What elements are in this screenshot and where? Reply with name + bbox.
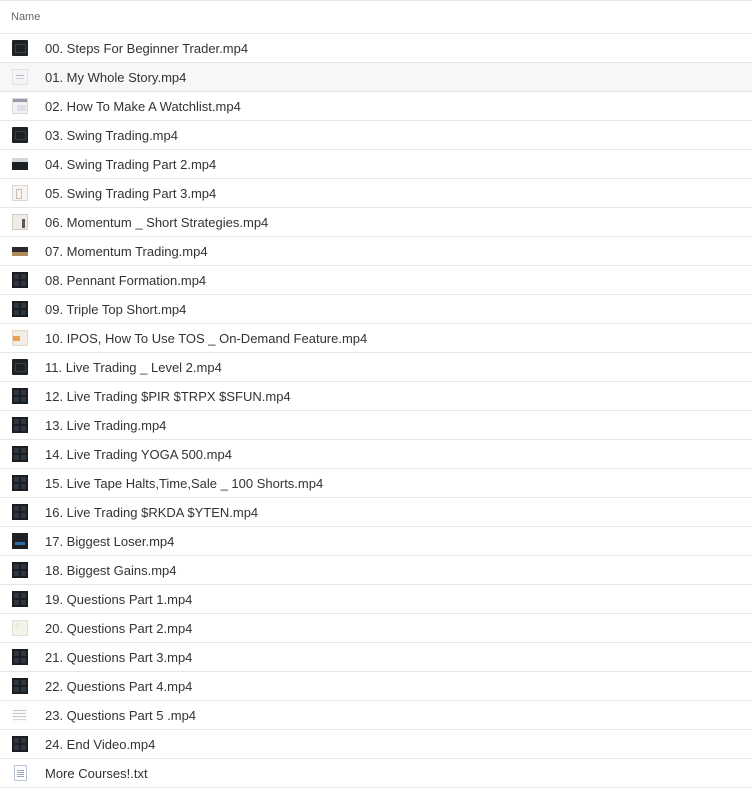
file-row[interactable]: 18. Biggest Gains.mp4: [0, 556, 752, 585]
file-row[interactable]: 02. How To Make A Watchlist.mp4: [0, 92, 752, 121]
file-row[interactable]: 13. Live Trading.mp4: [0, 411, 752, 440]
file-row[interactable]: 01. My Whole Story.mp4: [0, 63, 752, 92]
file-row[interactable]: 03. Swing Trading.mp4: [0, 121, 752, 150]
video-thumbnail-icon: [12, 98, 28, 114]
video-thumbnail-icon: [12, 388, 28, 404]
column-header-label: Name: [11, 11, 41, 23]
file-rows: 00. Steps For Beginner Trader.mp4 01. My …: [0, 34, 752, 788]
file-row[interactable]: 24. End Video.mp4: [0, 730, 752, 759]
video-thumbnail-icon: [12, 736, 28, 752]
file-row[interactable]: 00. Steps For Beginner Trader.mp4: [0, 34, 752, 63]
video-thumbnail-icon: [12, 243, 28, 259]
file-name: 12. Live Trading $PIR $TRPX $SFUN.mp4: [45, 388, 291, 404]
file-name: 22. Questions Part 4.mp4: [45, 678, 193, 694]
file-name: 19. Questions Part 1.mp4: [45, 591, 193, 607]
file-row[interactable]: 20. Questions Part 2.mp4: [0, 614, 752, 643]
file-row[interactable]: 21. Questions Part 3.mp4: [0, 643, 752, 672]
text-file-icon: [14, 765, 27, 781]
video-thumbnail-icon: [12, 649, 28, 665]
file-name: 13. Live Trading.mp4: [45, 417, 167, 433]
video-thumbnail-icon: [12, 214, 28, 230]
video-thumbnail-icon: [12, 185, 28, 201]
video-thumbnail-icon: [12, 359, 28, 375]
video-thumbnail-icon: [12, 446, 28, 462]
file-row[interactable]: 06. Momentum _ Short Strategies.mp4: [0, 208, 752, 237]
file-row[interactable]: 23. Questions Part 5 .mp4: [0, 701, 752, 730]
file-row[interactable]: 11. Live Trading _ Level 2.mp4: [0, 353, 752, 382]
file-name: 02. How To Make A Watchlist.mp4: [45, 98, 241, 114]
file-row[interactable]: 04. Swing Trading Part 2.mp4: [0, 150, 752, 179]
video-thumbnail-icon: [12, 678, 28, 694]
file-name: 07. Momentum Trading.mp4: [45, 243, 208, 259]
file-row[interactable]: 19. Questions Part 1.mp4: [0, 585, 752, 614]
file-name: 09. Triple Top Short.mp4: [45, 301, 187, 317]
video-thumbnail-icon: [12, 533, 28, 549]
file-row[interactable]: More Courses!.txt: [0, 759, 752, 788]
video-thumbnail-icon: [12, 69, 28, 85]
file-name: 00. Steps For Beginner Trader.mp4: [45, 40, 249, 56]
file-row[interactable]: 14. Live Trading YOGA 500.mp4: [0, 440, 752, 469]
file-row[interactable]: 12. Live Trading $PIR $TRPX $SFUN.mp4: [0, 382, 752, 411]
file-row[interactable]: 22. Questions Part 4.mp4: [0, 672, 752, 701]
file-name: 17. Biggest Loser.mp4: [45, 533, 175, 549]
file-row[interactable]: 17. Biggest Loser.mp4: [0, 527, 752, 556]
file-name: More Courses!.txt: [45, 765, 148, 781]
file-name: 14. Live Trading YOGA 500.mp4: [45, 446, 232, 462]
file-name: 23. Questions Part 5 .mp4: [45, 707, 197, 723]
video-thumbnail-icon: [12, 417, 28, 433]
video-thumbnail-icon: [12, 620, 28, 636]
file-row[interactable]: 07. Momentum Trading.mp4: [0, 237, 752, 266]
file-row[interactable]: 16. Live Trading $RKDA $YTEN.mp4: [0, 498, 752, 527]
video-thumbnail-icon: [12, 330, 28, 346]
video-thumbnail-icon: [12, 591, 28, 607]
video-thumbnail-icon: [12, 504, 28, 520]
file-name: 21. Questions Part 3.mp4: [45, 649, 193, 665]
file-name: 01. My Whole Story.mp4: [45, 69, 187, 85]
file-name: 03. Swing Trading.mp4: [45, 127, 178, 143]
video-thumbnail-icon: [12, 127, 28, 143]
file-row[interactable]: 08. Pennant Formation.mp4: [0, 266, 752, 295]
file-row[interactable]: 05. Swing Trading Part 3.mp4: [0, 179, 752, 208]
column-header-name[interactable]: Name: [0, 0, 752, 34]
file-name: 24. End Video.mp4: [45, 736, 156, 752]
file-name: 06. Momentum _ Short Strategies.mp4: [45, 214, 269, 230]
file-name: 11. Live Trading _ Level 2.mp4: [45, 359, 222, 375]
video-thumbnail-icon: [12, 272, 28, 288]
file-name: 15. Live Tape Halts,Time,Sale _ 100 Shor…: [45, 475, 324, 491]
file-row[interactable]: 09. Triple Top Short.mp4: [0, 295, 752, 324]
file-name: 10. IPOS, How To Use TOS _ On-Demand Fea…: [45, 330, 368, 346]
file-name: 04. Swing Trading Part 2.mp4: [45, 156, 217, 172]
video-thumbnail-icon: [12, 156, 28, 172]
file-row[interactable]: 10. IPOS, How To Use TOS _ On-Demand Fea…: [0, 324, 752, 353]
video-thumbnail-icon: [12, 301, 28, 317]
file-name: 05. Swing Trading Part 3.mp4: [45, 185, 217, 201]
file-name: 08. Pennant Formation.mp4: [45, 272, 207, 288]
file-name: 20. Questions Part 2.mp4: [45, 620, 193, 636]
video-thumbnail-icon: [12, 707, 28, 723]
file-row[interactable]: 15. Live Tape Halts,Time,Sale _ 100 Shor…: [0, 469, 752, 498]
file-name: 18. Biggest Gains.mp4: [45, 562, 177, 578]
video-thumbnail-icon: [12, 562, 28, 578]
file-list: Name 00. Steps For Beginner Trader.mp4 01…: [0, 0, 752, 788]
video-thumbnail-icon: [12, 475, 28, 491]
file-name: 16. Live Trading $RKDA $YTEN.mp4: [45, 504, 259, 520]
video-thumbnail-icon: [12, 40, 28, 56]
